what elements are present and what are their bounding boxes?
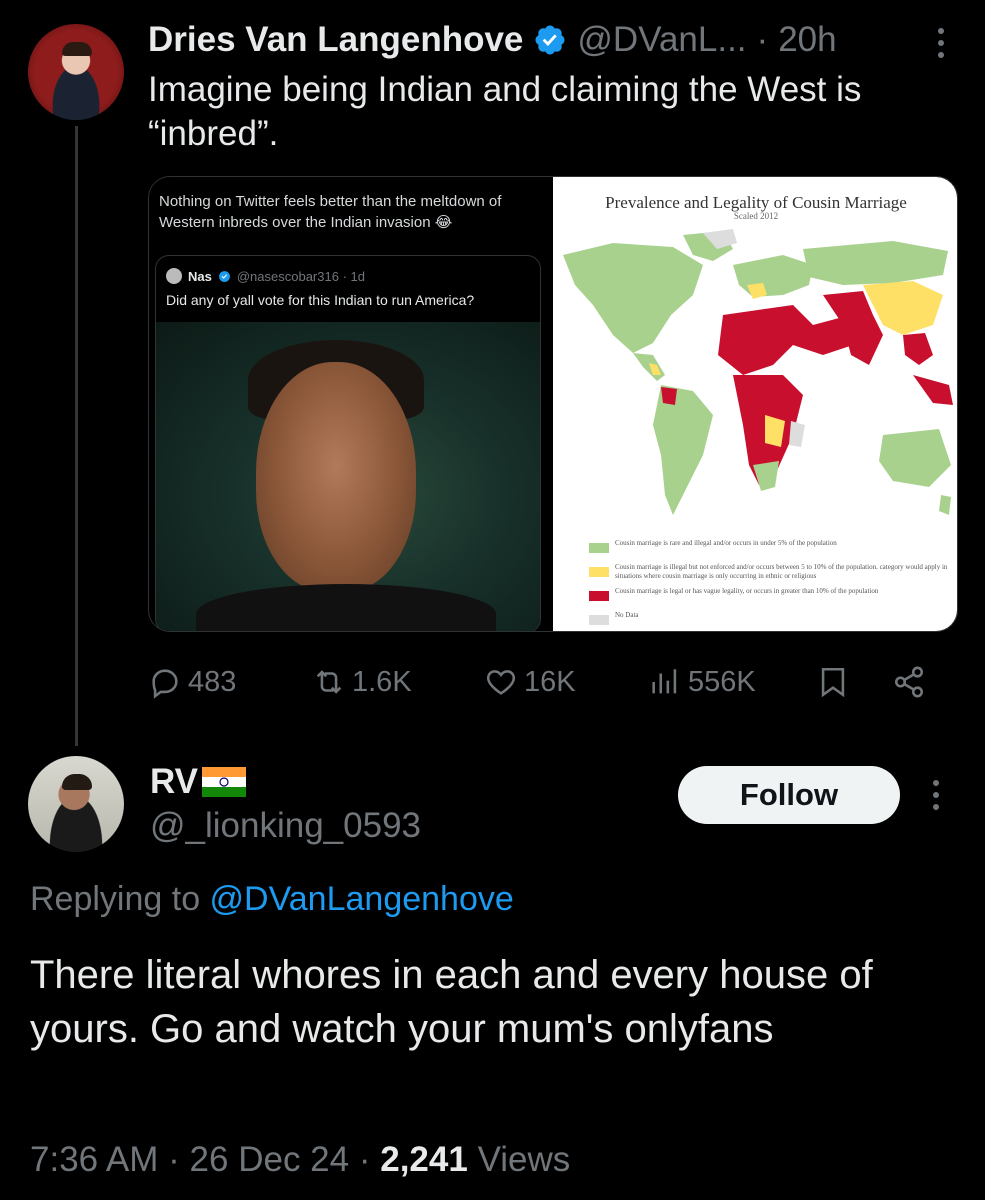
legend-item: No Data xyxy=(589,611,957,631)
world-map-graphic xyxy=(563,229,953,515)
reply-text: There literal whores in each and every h… xyxy=(30,953,873,1051)
reply-icon xyxy=(152,669,178,699)
quoted-avatar xyxy=(166,268,182,284)
quoted-author-handle: @nasescobar316 · 1d xyxy=(236,268,365,284)
repost-icon xyxy=(316,670,342,694)
replying-to-line: Replying to @DVanLangenhove xyxy=(30,880,514,919)
reply-count: 483 xyxy=(188,665,237,698)
verified-badge-icon xyxy=(535,25,565,55)
repost-button[interactable]: 1.6K xyxy=(312,660,412,704)
legend-item: Cousin marriage is legal or has vague le… xyxy=(589,587,957,611)
india-flag-icon xyxy=(202,767,246,797)
author-name[interactable]: Dries Van Langenhove xyxy=(148,20,523,60)
quoted-author-name: Nas xyxy=(188,268,212,284)
legend-label: Cousin marriage is legal or has vague le… xyxy=(615,587,879,595)
tweet-header: Dries Van Langenhove @DVanL... · 20h xyxy=(148,18,955,62)
separator-dot: · xyxy=(168,1140,180,1179)
replying-to-prefix: Replying to xyxy=(30,880,210,918)
bookmark-icon xyxy=(821,667,845,698)
tweet-time[interactable]: 20h xyxy=(778,20,836,60)
views-chart-icon xyxy=(652,669,677,694)
legend-swatch xyxy=(589,591,609,601)
map-legend: Cousin marriage is rare and illegal and/… xyxy=(589,539,957,631)
quoted-tweet-header: Nas @nasescobar316 · 1d xyxy=(166,268,365,284)
separator-dot: · xyxy=(358,1140,371,1179)
legend-swatch xyxy=(589,615,609,625)
reply-time[interactable]: 7:36 AM xyxy=(30,1140,158,1179)
quoted-verified-badge-icon xyxy=(218,270,230,282)
thread-connector-line xyxy=(75,126,78,746)
media-image-map[interactable]: Prevalence and Legality of Cousin Marria… xyxy=(553,177,957,631)
reply-views-count: 2,241 xyxy=(380,1140,468,1179)
legend-label: No Data xyxy=(615,611,639,619)
views-button[interactable]: 556K xyxy=(648,660,756,704)
more-options-icon[interactable] xyxy=(930,778,942,812)
map-subtitle: Scaled 2012 xyxy=(733,211,779,221)
reply-date[interactable]: 26 Dec 24 xyxy=(190,1140,350,1179)
tweet-media[interactable]: Nothing on Twitter feels better than the… xyxy=(148,176,958,632)
author-handle[interactable]: @DVanL... xyxy=(577,20,746,60)
legend-swatch xyxy=(589,543,609,553)
separator-dot: · xyxy=(756,20,769,59)
heart-icon xyxy=(486,670,516,695)
screenshot-caption: Nothing on Twitter feels better than the… xyxy=(159,193,502,231)
share-button[interactable] xyxy=(892,660,926,704)
reply-views-label: Views xyxy=(477,1140,571,1179)
legend-item: Cousin marriage is illegal but not enfor… xyxy=(589,563,957,587)
replying-to-mention[interactable]: @DVanLangenhove xyxy=(210,880,514,918)
quoted-tweet: Nas @nasescobar316 · 1d Did any of yall … xyxy=(155,255,541,631)
legend-label: Cousin marriage is illegal but not enfor… xyxy=(615,563,948,580)
reply-button[interactable]: 483 xyxy=(148,660,236,704)
reply-author-handle[interactable]: @_lionking_0593 xyxy=(150,806,421,846)
follow-button[interactable]: Follow xyxy=(678,766,900,824)
author-avatar[interactable] xyxy=(28,24,124,120)
map-title: Prevalence and Legality of Cousin Marria… xyxy=(605,193,907,212)
tweet-text: Imagine being Indian and claiming the We… xyxy=(148,70,862,153)
repost-count: 1.6K xyxy=(352,665,412,698)
legend-label: Cousin marriage is rare and illegal and/… xyxy=(615,539,837,547)
like-count: 16K xyxy=(524,665,576,698)
bookmark-button[interactable] xyxy=(816,660,850,704)
reply-author-avatar[interactable] xyxy=(28,756,124,852)
reply-author-name[interactable]: RV xyxy=(150,762,198,802)
reply-author-name-row: RV xyxy=(150,762,246,802)
more-options-icon[interactable] xyxy=(935,26,947,60)
portrait-photo xyxy=(156,322,540,631)
legend-item: Cousin marriage is rare and illegal and/… xyxy=(589,539,957,563)
share-icon xyxy=(894,666,924,698)
reply-metadata: 7:36 AM · 26 Dec 24 · 2,241 Views xyxy=(30,1140,570,1180)
media-image-screenshot[interactable]: Nothing on Twitter feels better than the… xyxy=(149,177,545,631)
views-count: 556K xyxy=(688,665,756,698)
legend-swatch xyxy=(589,567,609,577)
quoted-tweet-text: Did any of yall vote for this Indian to … xyxy=(166,292,475,308)
tweet-action-bar: 483 1.6K 16K 556K xyxy=(148,660,938,704)
like-button[interactable]: 16K xyxy=(484,660,576,704)
